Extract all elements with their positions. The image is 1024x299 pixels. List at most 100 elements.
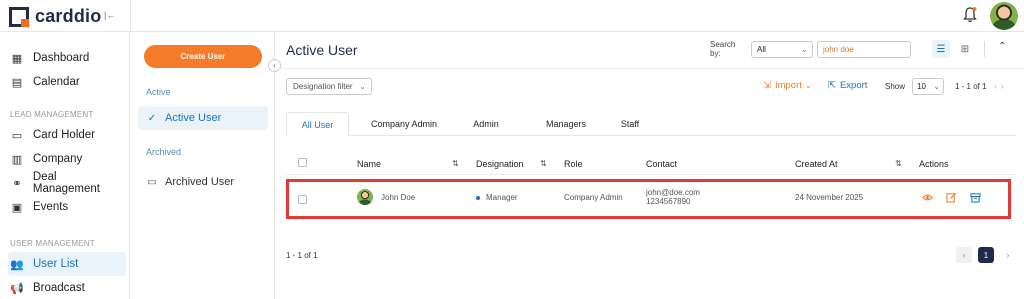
sort-icon[interactable]: ⇅ <box>452 159 459 168</box>
category-archived-user[interactable]: ▭ Archived User <box>138 170 268 194</box>
card-icon: ▭ <box>11 129 23 142</box>
sidebar-item-label: User List <box>33 258 79 270</box>
list-view-toggle[interactable]: ☰ <box>932 40 950 58</box>
main-content: Active User Search by: All ⌄ ☰ ⊞ ⌃ Desig… <box>276 32 1024 299</box>
header-divider <box>276 68 1024 69</box>
sidebar-item-company[interactable]: ▥ Company <box>8 147 126 171</box>
export-button[interactable]: ⇱ Export <box>828 80 867 91</box>
tab-admin[interactable]: Admin <box>466 112 506 136</box>
column-header-role: Role <box>564 159 583 169</box>
top-divider <box>130 0 131 32</box>
category-label: Active User <box>165 112 222 124</box>
select-all-checkbox[interactable] <box>298 158 307 167</box>
user-type-tabs: All User Company Admin Admin Managers St… <box>286 112 1016 137</box>
search-field-select[interactable]: All ⌄ <box>751 41 813 58</box>
nav-section-lead-management: LEAD MANAGEMENT <box>10 110 94 119</box>
chevron-down-icon: ⌄ <box>804 81 812 90</box>
top-bar: carddio |← <box>0 0 1024 32</box>
chevron-left-icon[interactable]: ‹ <box>994 81 1001 91</box>
sort-icon[interactable]: ⇅ <box>540 159 547 168</box>
column-header-contact: Contact <box>646 159 678 169</box>
logo[interactable]: carddio <box>9 6 101 27</box>
grid-icon: ⊞ <box>960 43 970 55</box>
page-title: Active User <box>286 42 358 58</box>
chevron-right-icon: › <box>1006 250 1010 260</box>
user-avatar[interactable] <box>990 2 1018 30</box>
column-header-name[interactable]: Name <box>357 159 381 169</box>
export-icon: ⇱ <box>828 80 836 91</box>
pagination-page-button[interactable]: 1 <box>978 247 994 263</box>
sidebar-item-broadcast[interactable]: 📢 Broadcast <box>8 276 126 299</box>
user-check-icon: ✓ <box>147 112 157 124</box>
sidebar-item-events[interactable]: ▣ Events <box>8 195 126 219</box>
category-active-user[interactable]: ✓ Active User <box>138 106 268 130</box>
search-field-value: All <box>757 45 766 54</box>
tab-company-admin[interactable]: Company Admin <box>364 112 444 136</box>
users-icon: 👥 <box>10 258 24 271</box>
nav-section-user-management: USER MANAGEMENT <box>10 239 95 248</box>
column-header-created-at[interactable]: Created At <box>795 159 838 169</box>
grid-view-toggle[interactable]: ⊞ <box>956 40 974 58</box>
sort-icon[interactable]: ⇅ <box>895 159 902 168</box>
collapse-filters-icon[interactable]: ⌃ <box>998 41 1006 52</box>
archive-icon: ▭ <box>147 176 157 188</box>
chevron-down-icon: ⌄ <box>933 82 940 91</box>
column-header-actions: Actions <box>919 159 949 169</box>
designation-filter-select[interactable]: Designation filter ⌄ <box>286 78 372 95</box>
sidebar: ▦ Dashboard ▤ Calendar LEAD MANAGEMENT ▭… <box>0 32 130 299</box>
list-icon: ☰ <box>936 43 946 55</box>
sidebar-item-label: Card Holder <box>33 129 95 141</box>
sidebar-item-label: Deal Management <box>32 171 100 195</box>
search-input[interactable] <box>817 41 911 58</box>
pagination-next-button[interactable]: › <box>1000 247 1016 263</box>
section-active-label: Active <box>146 87 171 97</box>
toolbar-divider <box>984 41 985 57</box>
show-label: Show <box>885 82 906 91</box>
sidebar-item-label: Calendar <box>33 76 80 88</box>
chevron-down-icon: ⌄ <box>801 45 808 54</box>
app-root: carddio |← ▦ Dashboard ▤ Calendar LEAD M… <box>0 0 1024 299</box>
sidebar-item-dashboard[interactable]: ▦ Dashboard <box>8 46 126 70</box>
sidebar-collapse-icon[interactable]: |← <box>104 10 115 20</box>
megaphone-icon: 📢 <box>10 282 24 295</box>
logo-mark-icon <box>9 6 29 27</box>
tab-managers[interactable]: Managers <box>536 112 596 136</box>
pagination-range-bottom: 1 - 1 of 1 <box>286 251 318 260</box>
page-size-value: 10 <box>917 82 926 91</box>
row-highlight-box <box>286 179 1011 219</box>
sidebar-item-user-list[interactable]: 👥 User List <box>8 252 126 276</box>
import-button[interactable]: ⇲ Import ⌄ <box>763 80 812 91</box>
user-category-panel: Create User Active ✓ Active User Archive… <box>131 32 275 299</box>
pagination-arrows-top[interactable]: ‹› <box>994 81 1008 91</box>
pagination-range-top: 1 - 1 of 1 <box>955 82 987 91</box>
import-icon: ⇲ <box>763 80 771 91</box>
notification-bell-icon[interactable] <box>962 6 978 24</box>
tab-staff[interactable]: Staff <box>612 112 648 136</box>
sidebar-item-label: Company <box>33 153 83 165</box>
events-icon: ▣ <box>11 201 23 214</box>
import-label: Import <box>774 80 802 91</box>
logo-text: carddio <box>35 6 102 26</box>
sidebar-item-label: Events <box>33 201 69 213</box>
create-user-button[interactable]: Create User <box>144 45 262 68</box>
chevron-left-icon: ‹ <box>962 250 966 260</box>
chevron-right-icon[interactable]: › <box>1001 81 1008 91</box>
page-size-select[interactable]: 10 ⌄ <box>912 78 944 95</box>
tab-all-user[interactable]: All User <box>286 112 349 137</box>
sidebar-item-deal-management[interactable]: ⚭ Deal Management <box>8 171 126 195</box>
calendar-icon: ▤ <box>11 76 23 89</box>
search-by-label: Search by: <box>710 40 736 58</box>
section-archived-label: Archived <box>146 147 182 157</box>
dashboard-icon: ▦ <box>11 52 23 65</box>
sidebar-item-label: Dashboard <box>33 52 90 64</box>
sidebar-item-label: Broadcast <box>33 282 85 294</box>
designation-filter-label: Designation filter <box>293 82 353 91</box>
pagination-prev-button[interactable]: ‹ <box>956 247 972 263</box>
sidebar-item-calendar[interactable]: ▤ Calendar <box>8 70 126 94</box>
sidebar-item-card-holder[interactable]: ▭ Card Holder <box>8 123 126 147</box>
chevron-down-icon: ⌄ <box>359 82 366 91</box>
table-header: Name ⇅ Designation ⇅ Role Contact Create… <box>286 153 1016 175</box>
handshake-icon: ⚭ <box>12 177 22 190</box>
column-header-designation[interactable]: Designation <box>476 159 524 169</box>
category-label: Archived User <box>165 176 235 188</box>
